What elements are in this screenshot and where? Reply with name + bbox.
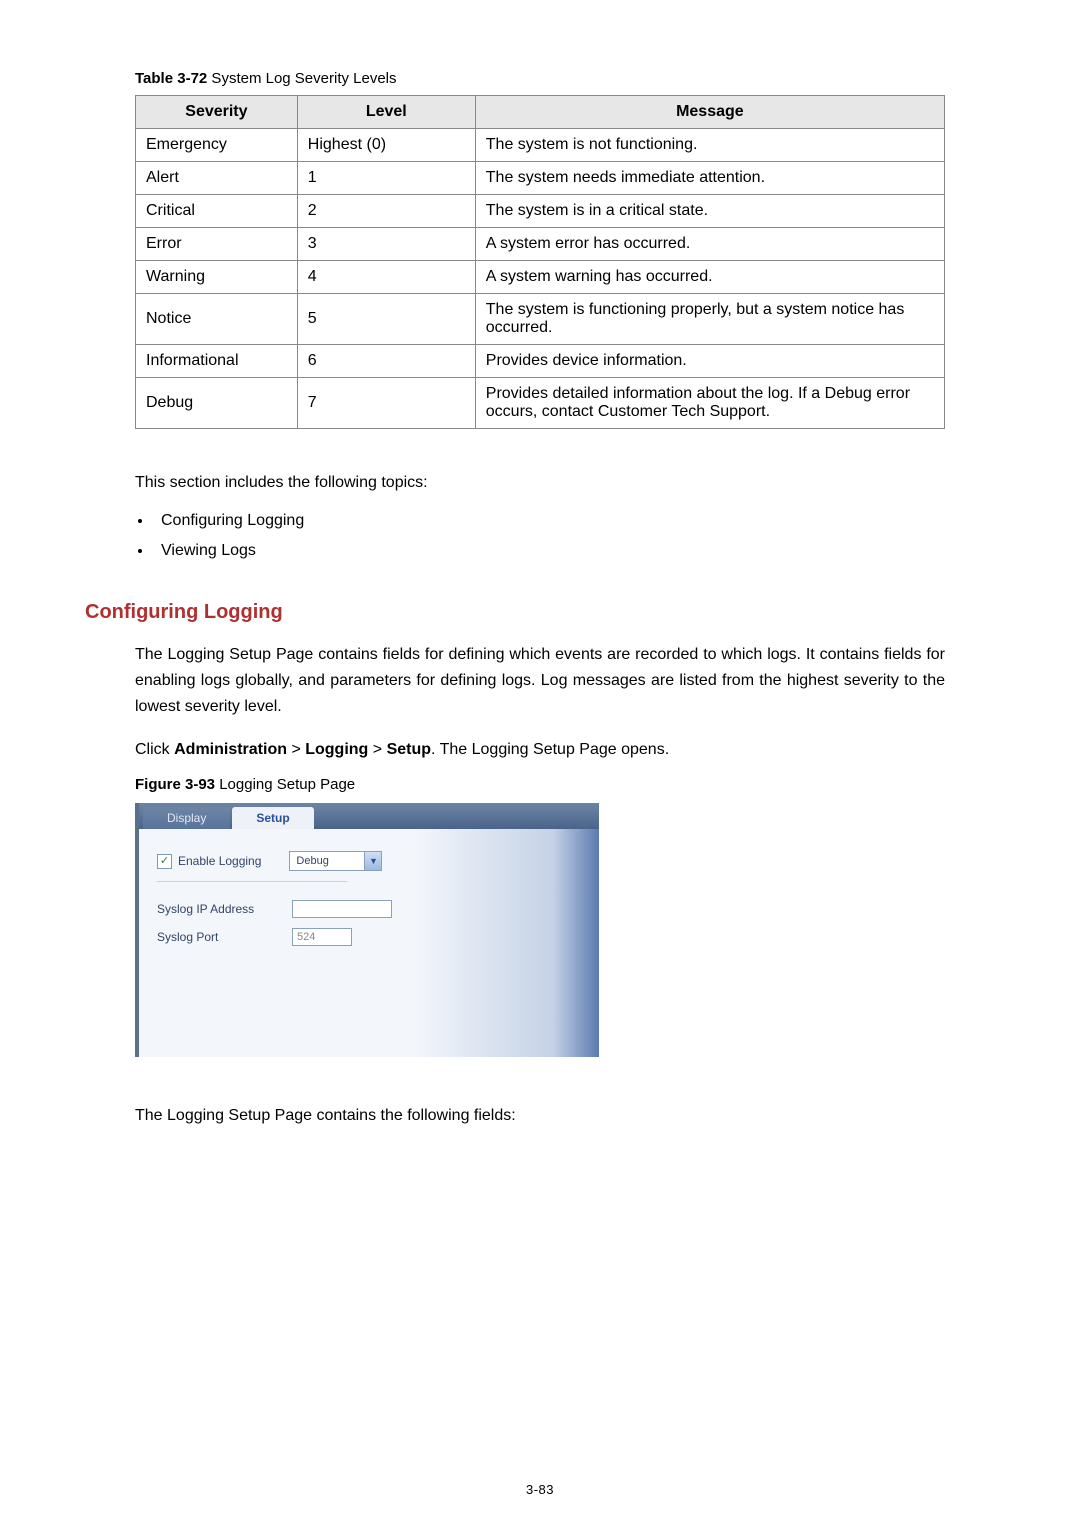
section-trailing-text: The Logging Setup Page contains the foll… <box>135 1103 945 1129</box>
table-row: Debug 7 Provides detailed information ab… <box>136 378 945 429</box>
col-level: Level <box>297 96 475 129</box>
cell-severity: Alert <box>136 162 298 195</box>
syslog-ip-input[interactable] <box>292 900 392 918</box>
breadcrumb-sep: > <box>368 741 386 758</box>
cell-message: The system is not functioning. <box>475 129 944 162</box>
section-heading: Configuring Logging <box>85 601 945 624</box>
chevron-down-icon: ▼ <box>364 852 381 870</box>
table-row: Informational 6 Provides device informat… <box>136 345 945 378</box>
cell-severity: Debug <box>136 378 298 429</box>
syslog-port-row: Syslog Port <box>157 928 581 946</box>
setup-panel: ✓ Enable Logging Debug ▼ Syslog IP Addre… <box>139 829 599 1057</box>
cell-level: 4 <box>297 261 475 294</box>
table-row: Warning 4 A system warning has occurred. <box>136 261 945 294</box>
enable-logging-row: ✓ Enable Logging Debug ▼ <box>157 851 581 871</box>
table-row: Critical 2 The system is in a critical s… <box>136 195 945 228</box>
cell-severity: Informational <box>136 345 298 378</box>
table-row: Error 3 A system error has occurred. <box>136 228 945 261</box>
figure-caption-number: Figure 3-93 <box>135 776 215 793</box>
navigation-instruction: Click Administration > Logging > Setup. … <box>135 737 945 763</box>
breadcrumb-sep: > <box>287 741 305 758</box>
log-level-value: Debug <box>290 855 364 867</box>
cell-message: Provides device information. <box>475 345 944 378</box>
logging-setup-screenshot: Display Setup ✓ Enable Logging Debug ▼ S… <box>135 803 599 1057</box>
divider <box>157 881 347 882</box>
cell-message: A system error has occurred. <box>475 228 944 261</box>
table-caption-number: Table 3-72 <box>135 70 207 87</box>
cell-level: 7 <box>297 378 475 429</box>
document-page: Table 3-72 System Log Severity Levels Se… <box>0 0 1080 1527</box>
page-number: 3-83 <box>0 1482 1080 1497</box>
cell-severity: Emergency <box>136 129 298 162</box>
cell-message: Provides detailed information about the … <box>475 378 944 429</box>
cell-level: 2 <box>297 195 475 228</box>
syslog-port-input[interactable] <box>292 928 352 946</box>
col-severity: Severity <box>136 96 298 129</box>
cell-message: A system warning has occurred. <box>475 261 944 294</box>
text: Click <box>135 741 174 758</box>
section-intro: This section includes the following topi… <box>135 471 945 496</box>
severity-table: Severity Level Message Emergency Highest… <box>135 95 945 429</box>
tab-display[interactable]: Display <box>143 807 230 829</box>
cell-level: Highest (0) <box>297 129 475 162</box>
cell-level: 1 <box>297 162 475 195</box>
cell-severity: Notice <box>136 294 298 345</box>
enable-logging-checkbox[interactable]: ✓ <box>157 854 172 869</box>
section-paragraph: The Logging Setup Page contains fields f… <box>135 642 945 721</box>
topic-list: Configuring Logging Viewing Logs <box>153 506 945 567</box>
syslog-ip-row: Syslog IP Address <box>157 900 581 918</box>
table-header-row: Severity Level Message <box>136 96 945 129</box>
cell-level: 3 <box>297 228 475 261</box>
cell-severity: Error <box>136 228 298 261</box>
tab-setup[interactable]: Setup <box>232 807 313 829</box>
cell-level: 5 <box>297 294 475 345</box>
breadcrumb-part: Logging <box>305 741 368 758</box>
figure-caption: Figure 3-93 Logging Setup Page <box>135 776 945 793</box>
cell-severity: Warning <box>136 261 298 294</box>
syslog-port-label: Syslog Port <box>157 930 292 944</box>
table-row: Notice 5 The system is functioning prope… <box>136 294 945 345</box>
enable-logging-label: Enable Logging <box>178 854 261 868</box>
list-item: Configuring Logging <box>153 506 945 536</box>
breadcrumb-part: Setup <box>387 741 431 758</box>
cell-message: The system needs immediate attention. <box>475 162 944 195</box>
tab-bar: Display Setup <box>139 803 599 829</box>
list-item: Viewing Logs <box>153 536 945 566</box>
text: . The Logging Setup Page opens. <box>431 741 669 758</box>
cell-message: The system is in a critical state. <box>475 195 944 228</box>
figure-caption-text: Logging Setup Page <box>215 776 355 793</box>
table-row: Emergency Highest (0) The system is not … <box>136 129 945 162</box>
syslog-ip-label: Syslog IP Address <box>157 902 292 916</box>
table-caption: Table 3-72 System Log Severity Levels <box>135 70 945 87</box>
cell-message: The system is functioning properly, but … <box>475 294 944 345</box>
cell-level: 6 <box>297 345 475 378</box>
col-message: Message <box>475 96 944 129</box>
cell-severity: Critical <box>136 195 298 228</box>
table-row: Alert 1 The system needs immediate atten… <box>136 162 945 195</box>
breadcrumb-part: Administration <box>174 741 287 758</box>
log-level-select[interactable]: Debug ▼ <box>289 851 382 871</box>
table-caption-text: System Log Severity Levels <box>207 70 396 87</box>
